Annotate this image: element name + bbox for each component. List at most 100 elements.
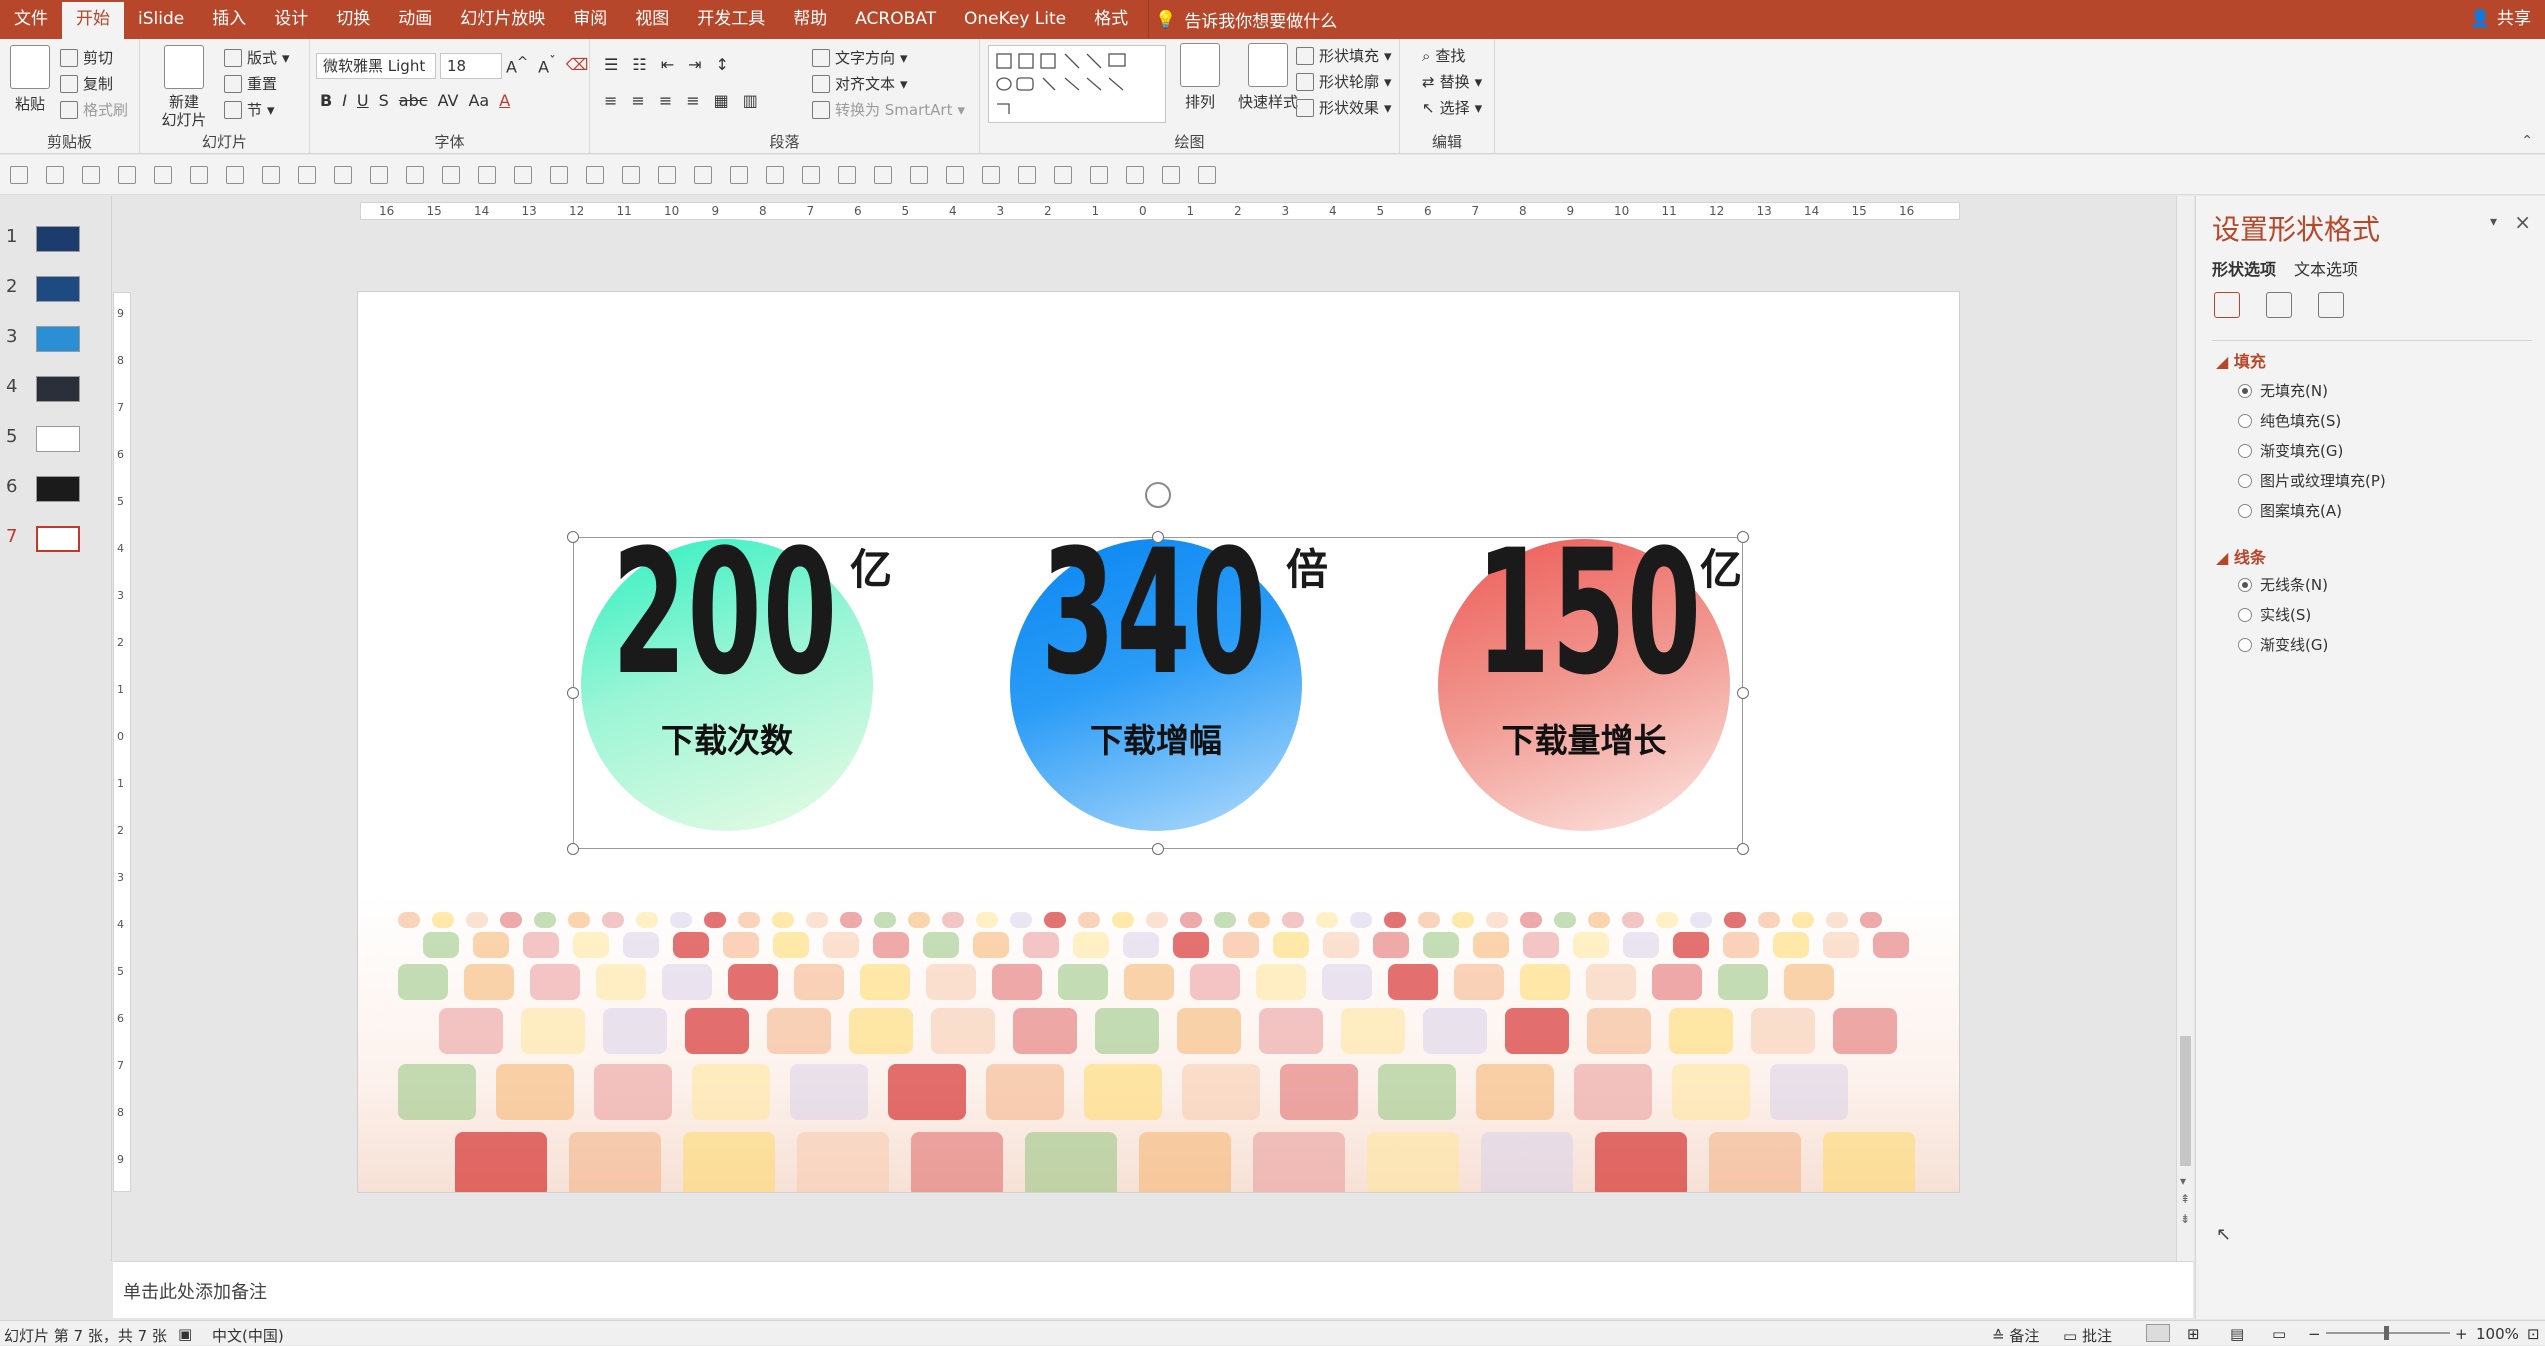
strikethrough-icon[interactable]: abc: [399, 91, 428, 110]
slideshow-icon[interactable]: ▭: [2272, 1325, 2286, 1343]
menu-item-14[interactable]: 格式: [1080, 0, 1142, 39]
slide-sorter-icon[interactable]: ⊞: [2187, 1325, 2200, 1343]
radio-button-icon[interactable]: [2238, 503, 2252, 518]
radio-option[interactable]: 无填充(N): [2238, 380, 2328, 401]
bold-icon[interactable]: B: [320, 91, 332, 110]
shapes-gallery[interactable]: [988, 45, 1166, 123]
quick-tool-icon[interactable]: [802, 166, 820, 184]
quick-tool-icon[interactable]: [874, 166, 892, 184]
justify-icon[interactable]: ≡: [686, 91, 699, 110]
align-text-button[interactable]: 对齐文本 ▾: [812, 73, 908, 94]
fill-line-icon[interactable]: [2214, 292, 2240, 318]
quick-tool-icon[interactable]: [370, 166, 388, 184]
menu-item-10[interactable]: 开发工具: [683, 0, 779, 39]
quick-tool-icon[interactable]: [154, 166, 172, 184]
paste-button[interactable]: 粘贴: [8, 45, 52, 114]
notes-pane[interactable]: 单击此处添加备注: [113, 1261, 2193, 1318]
format-painter-button[interactable]: 格式刷: [60, 99, 128, 120]
menu-item-11[interactable]: 帮助: [779, 0, 841, 39]
menu-item-7[interactable]: 幻灯片放映: [446, 0, 559, 39]
menu-item-6[interactable]: 动画: [384, 0, 446, 39]
convert-smartart-button[interactable]: 转换为 SmartArt ▾: [812, 99, 965, 120]
find-button[interactable]: ⌕ 查找: [1422, 45, 1465, 66]
reset-button[interactable]: 重置: [224, 73, 277, 94]
slide-thumbnail[interactable]: 5: [0, 416, 112, 456]
collapse-ribbon-icon[interactable]: ⌃: [2521, 133, 2533, 149]
menu-item-0[interactable]: 文件: [0, 0, 62, 39]
quick-styles-button[interactable]: 快速样式: [1234, 43, 1302, 112]
arrange-button[interactable]: 排列: [1176, 43, 1224, 112]
radio-option[interactable]: 图案填充(A): [2238, 500, 2342, 521]
select-button[interactable]: ↖ 选择 ▾: [1422, 97, 1482, 118]
language-indicator[interactable]: 中文(中国): [212, 1325, 284, 1346]
quick-tool-icon[interactable]: [586, 166, 604, 184]
radio-option[interactable]: 渐变填充(G): [2238, 440, 2343, 461]
char-spacing-icon[interactable]: AV: [438, 91, 459, 110]
menu-item-2[interactable]: iSlide: [124, 0, 198, 39]
quick-tool-icon[interactable]: [730, 166, 748, 184]
quick-tool-icon[interactable]: [226, 166, 244, 184]
radio-option[interactable]: 实线(S): [2238, 604, 2311, 625]
shadow-icon[interactable]: S: [379, 91, 389, 110]
prev-slide-icon[interactable]: ⇞: [2180, 1192, 2190, 1206]
quick-tool-icon[interactable]: [190, 166, 208, 184]
share-button[interactable]: 👤 共享: [2470, 0, 2531, 39]
resize-handle[interactable]: [1737, 531, 1749, 543]
line-spacing-icon[interactable]: ↕: [716, 55, 729, 74]
quick-tool-icon[interactable]: [262, 166, 280, 184]
zoom-slider[interactable]: [2326, 1326, 2450, 1340]
radio-button-icon[interactable]: [2238, 607, 2252, 622]
quick-tool-icon[interactable]: [694, 166, 712, 184]
underline-icon[interactable]: U: [357, 91, 369, 110]
radio-button-icon[interactable]: [2238, 413, 2252, 428]
radio-button-icon[interactable]: [2238, 577, 2252, 592]
quick-tool-icon[interactable]: [910, 166, 928, 184]
quick-tool-icon[interactable]: [1162, 166, 1180, 184]
tell-me-box[interactable]: 💡 告诉我你想要做什么: [1155, 7, 1337, 33]
text-direction-button[interactable]: 文字方向 ▾: [812, 47, 908, 68]
resize-handle[interactable]: [1737, 687, 1749, 699]
quick-tool-icon[interactable]: [1090, 166, 1108, 184]
spellcheck-icon[interactable]: ▣: [178, 1325, 192, 1343]
quick-tool-icon[interactable]: [298, 166, 316, 184]
layout-button[interactable]: 版式 ▾: [224, 47, 290, 68]
close-icon[interactable]: ×: [2514, 210, 2531, 234]
horizontal-ruler[interactable]: 16 15 14 13 12 11 10 9 8 7 6 5 4 3 2 1 0 1 2 3 4 5 6 7 8 9 10 11 12 1…: [360, 202, 1960, 220]
shape-fill-button[interactable]: 形状填充 ▾: [1296, 45, 1392, 66]
zoom-in-icon[interactable]: +: [2455, 1325, 2468, 1343]
notes-toggle[interactable]: ≙ 备注: [1992, 1325, 2039, 1346]
resize-handle[interactable]: [567, 531, 579, 543]
radio-button-icon[interactable]: [2238, 383, 2252, 398]
quick-tool-icon[interactable]: [1126, 166, 1144, 184]
quick-tool-icon[interactable]: [658, 166, 676, 184]
quick-tool-icon[interactable]: [442, 166, 460, 184]
size-properties-icon[interactable]: [2318, 292, 2344, 318]
quick-tool-icon[interactable]: [946, 166, 964, 184]
quick-tool-icon[interactable]: [838, 166, 856, 184]
columns-icon[interactable]: ▥: [743, 91, 758, 110]
bullets-icon[interactable]: ☰: [604, 55, 618, 74]
quick-tool-icon[interactable]: [478, 166, 496, 184]
effects-pentagon-icon[interactable]: [2266, 292, 2292, 318]
grow-font-icon[interactable]: A^: [506, 55, 528, 76]
quick-tool-icon[interactable]: [118, 166, 136, 184]
radio-button-icon[interactable]: [2238, 473, 2252, 488]
reading-view-icon[interactable]: ▤: [2230, 1325, 2244, 1343]
font-color-icon[interactable]: A: [499, 91, 510, 110]
fill-section-title[interactable]: ◢ 填充: [2216, 348, 2266, 372]
zoom-slider-thumb[interactable]: [2384, 1326, 2389, 1340]
resize-handle[interactable]: [567, 843, 579, 855]
quick-tool-icon[interactable]: [10, 166, 28, 184]
zoom-out-icon[interactable]: −: [2308, 1325, 2321, 1343]
slide-thumbnail[interactable]: 6: [0, 466, 112, 506]
clear-format-icon[interactable]: ⌫: [566, 55, 589, 76]
menu-item-12[interactable]: ACROBAT: [841, 0, 950, 39]
quick-tool-icon[interactable]: [550, 166, 568, 184]
quick-tool-icon[interactable]: [982, 166, 1000, 184]
quick-tool-icon[interactable]: [1198, 166, 1216, 184]
italic-icon[interactable]: I: [342, 91, 347, 110]
quick-tool-icon[interactable]: [334, 166, 352, 184]
menu-item-13[interactable]: OneKey Lite: [950, 0, 1080, 39]
menu-item-8[interactable]: 审阅: [559, 0, 621, 39]
slide-thumbnail[interactable]: 3: [0, 316, 112, 356]
